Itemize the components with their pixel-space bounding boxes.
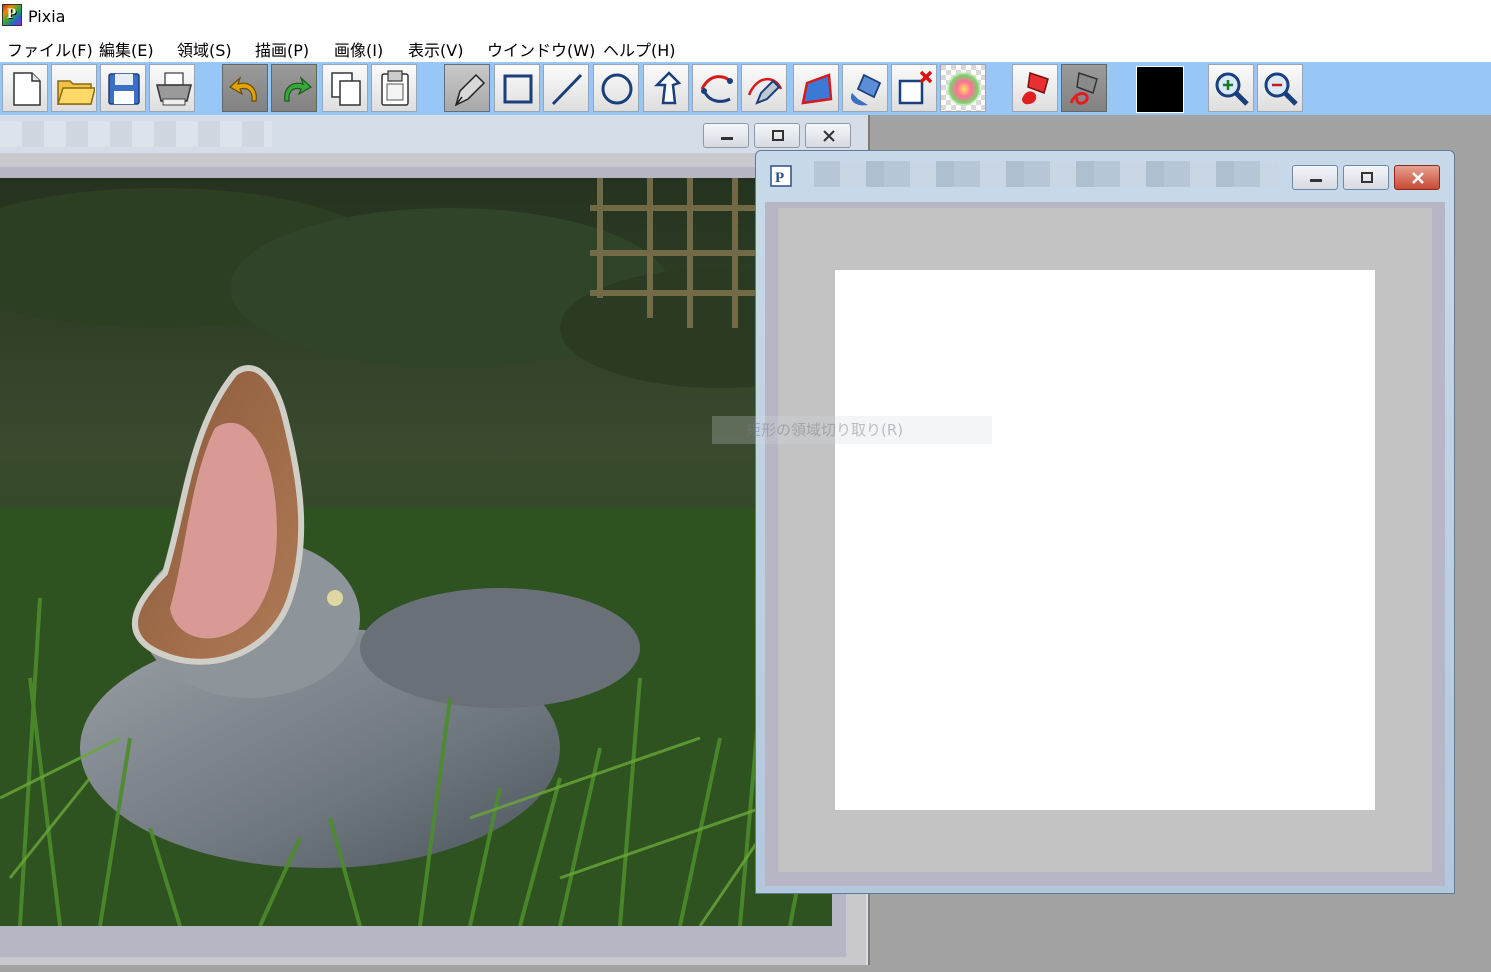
undo-button[interactable]: [222, 64, 268, 112]
pen-tool-button[interactable]: [444, 64, 490, 112]
toolbar: [0, 62, 1491, 115]
undo-icon: [228, 76, 257, 102]
save-icon: [108, 73, 140, 105]
menu-draw[interactable]: 描画(P): [255, 37, 309, 61]
menu-window[interactable]: ウインドウ(W): [487, 37, 595, 61]
redo-icon: [284, 76, 313, 102]
gradient-button[interactable]: [940, 64, 986, 112]
new-file-button[interactable]: [2, 64, 48, 112]
blank-window-client: [765, 202, 1445, 886]
bezier-pen-icon: [747, 78, 783, 105]
open-folder-icon: [56, 80, 95, 105]
minimize-icon: [1310, 179, 1322, 182]
red-bucket-button[interactable]: [1012, 64, 1058, 112]
print-button[interactable]: [149, 64, 195, 112]
photo-window-title-blurred: [0, 121, 272, 147]
app-titlebar: P Pixia: [0, 0, 1491, 32]
app-title: Pixia: [28, 7, 66, 26]
menu-edit[interactable]: 編集(E): [99, 37, 154, 61]
restore-icon: [1361, 172, 1373, 183]
copy-button[interactable]: [322, 64, 368, 112]
ghost-menu-item: 矩形の領域切り取り(R): [712, 416, 992, 444]
curve-tool-button[interactable]: [692, 64, 738, 112]
gradient-icon: [945, 70, 983, 108]
freehand-select-icon: [653, 71, 682, 105]
ellipse-tool-icon: [601, 73, 633, 105]
blank-document-window[interactable]: P: [755, 150, 1455, 894]
clear-selection-icon: [898, 70, 933, 105]
blank-canvas-area: [778, 208, 1432, 872]
pen-tool-icon: [454, 73, 486, 107]
pixia-app-icon[interactable]: P: [2, 4, 22, 26]
menu-image[interactable]: 画像(I): [334, 37, 383, 61]
polygon-select-button[interactable]: [793, 64, 839, 112]
curve-tool-icon: [700, 75, 733, 103]
paint-bucket-button[interactable]: [842, 64, 888, 112]
close-icon: [1412, 172, 1424, 184]
paste-button[interactable]: [371, 64, 417, 112]
line-tool-icon: [551, 73, 583, 106]
freehand-select-button[interactable]: [643, 64, 689, 112]
photo-close-button[interactable]: [805, 123, 851, 148]
red-eraser-bucket-button[interactable]: [1061, 64, 1107, 112]
close-icon: [823, 130, 835, 142]
polygon-select-icon: [801, 73, 833, 105]
copy-icon: [331, 72, 361, 106]
photo-canvas[interactable]: [0, 178, 832, 926]
ellipse-tool-button[interactable]: [593, 64, 639, 112]
blank-canvas[interactable]: [835, 270, 1375, 810]
pixia-document-icon: P: [770, 165, 792, 187]
save-button[interactable]: [100, 64, 146, 112]
print-icon: [156, 72, 192, 106]
zoom-in-button[interactable]: [1208, 64, 1254, 112]
blank-restore-button[interactable]: [1343, 165, 1389, 190]
minimize-icon: [721, 137, 733, 140]
zoom-in-icon: [1215, 72, 1249, 106]
blank-close-button[interactable]: [1394, 165, 1440, 190]
svg-text:P: P: [775, 170, 784, 186]
menu-bar: ファイル(F) 編集(E) 領域(S) 描画(P) 画像(I) 表示(V) ウイ…: [0, 32, 1491, 62]
photo-restore-button[interactable]: [754, 123, 800, 148]
menu-file[interactable]: ファイル(F): [7, 37, 93, 61]
menu-help[interactable]: ヘルプ(H): [603, 37, 676, 61]
photo-window-titlebar[interactable]: [0, 115, 866, 153]
red-eraser-bucket-icon: [1069, 72, 1098, 105]
blank-window-title-blurred: [814, 161, 1279, 187]
line-tool-button[interactable]: [543, 64, 589, 112]
rectangle-tool-button[interactable]: [494, 64, 540, 112]
menu-selection[interactable]: 領域(S): [177, 37, 232, 61]
paste-icon: [381, 70, 409, 106]
redo-button[interactable]: [271, 64, 317, 112]
current-color-swatch[interactable]: [1136, 66, 1184, 113]
zoom-out-button[interactable]: [1257, 64, 1303, 112]
blank-window-titlebar[interactable]: P: [756, 151, 1454, 203]
blank-minimize-button[interactable]: [1292, 165, 1338, 190]
paint-bucket-icon: [850, 73, 882, 106]
shoebill-photo: [0, 178, 832, 926]
new-file-icon: [13, 72, 41, 106]
rectangle-tool-icon: [503, 74, 533, 104]
open-button[interactable]: [51, 64, 97, 112]
restore-icon: [772, 130, 784, 141]
bezier-pen-button[interactable]: [741, 64, 787, 112]
zoom-out-icon: [1264, 72, 1298, 106]
clear-selection-button[interactable]: [891, 64, 937, 112]
menu-view[interactable]: 表示(V): [408, 37, 463, 61]
red-bucket-icon: [1022, 72, 1049, 105]
photo-minimize-button[interactable]: [703, 123, 749, 148]
